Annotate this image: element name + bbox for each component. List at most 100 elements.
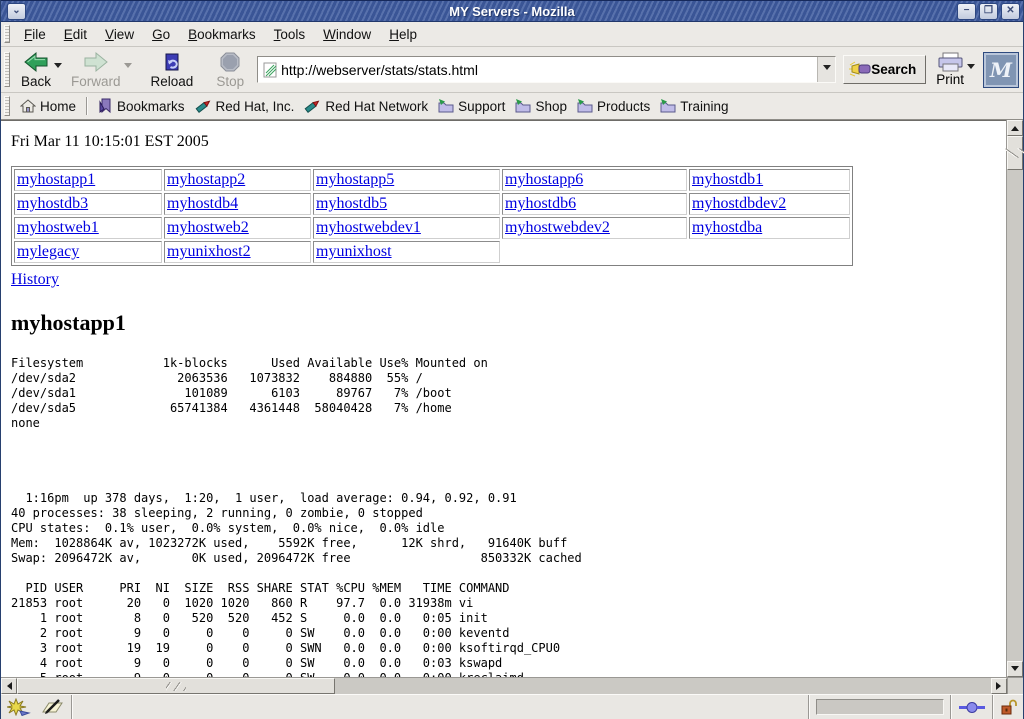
navigation-toolbar: Back Forward Reload Stop bbox=[1, 47, 1023, 93]
server-link-myhostdb5[interactable]: myhostdb5 bbox=[316, 195, 387, 212]
thumb-grip bbox=[1005, 149, 1024, 158]
navigator-component-icon[interactable] bbox=[7, 698, 31, 716]
flashlight-icon bbox=[849, 61, 871, 78]
scroll-down-button[interactable] bbox=[1007, 661, 1023, 677]
minimize-button[interactable]: − bbox=[957, 3, 976, 20]
scrollbar-corner bbox=[1007, 678, 1023, 694]
bookmark-support[interactable]: Support bbox=[433, 97, 510, 116]
stop-button[interactable]: Stop bbox=[210, 50, 247, 90]
reload-button[interactable]: Reload bbox=[145, 50, 197, 90]
print-dropdown-icon[interactable] bbox=[967, 64, 975, 73]
vertical-scrollbar[interactable] bbox=[1006, 120, 1023, 677]
scroll-right-button[interactable] bbox=[991, 678, 1007, 694]
server-link-myunixhost[interactable]: myunixhost bbox=[316, 243, 392, 260]
print-button[interactable]: Print bbox=[936, 52, 975, 87]
folder-icon bbox=[577, 99, 593, 113]
back-icon bbox=[23, 51, 49, 74]
status-message-area bbox=[73, 695, 808, 719]
scroll-up-button[interactable] bbox=[1007, 120, 1023, 136]
print-icon bbox=[937, 52, 964, 72]
vertical-scroll-thumb[interactable] bbox=[1007, 136, 1023, 170]
server-link-mylegacy[interactable]: mylegacy bbox=[17, 243, 79, 260]
maximize-button[interactable]: ❐ bbox=[979, 3, 998, 20]
menu-bookmarks[interactable]: Bookmarks bbox=[179, 24, 265, 45]
back-button[interactable]: Back bbox=[15, 50, 65, 90]
online-status-indicator[interactable] bbox=[952, 695, 992, 719]
vertical-scroll-track[interactable] bbox=[1007, 170, 1023, 661]
window-title: MY Servers - Mozilla bbox=[1, 4, 1023, 19]
server-link-myhostdb4[interactable]: myhostdb4 bbox=[167, 195, 238, 212]
bookmark-bookmarks-menu[interactable]: Bookmarks bbox=[93, 96, 190, 116]
title-bar: ⌄ MY Servers - Mozilla − ❐ ✕ bbox=[1, 0, 1023, 22]
history-row: History bbox=[11, 271, 1006, 289]
server-link-myhostapp2[interactable]: myhostapp2 bbox=[167, 171, 245, 188]
bookmark-home[interactable]: Home bbox=[15, 97, 81, 116]
host-section-heading: myhostapp1 bbox=[11, 310, 1006, 336]
server-link-myunixhost2[interactable]: myunixhost2 bbox=[167, 243, 251, 260]
server-link-myhostapp1[interactable]: myhostapp1 bbox=[17, 171, 95, 188]
menu-tools[interactable]: Tools bbox=[265, 24, 315, 45]
progress-meter bbox=[816, 699, 944, 715]
bookmark-products[interactable]: Products bbox=[572, 97, 655, 116]
home-icon bbox=[20, 99, 36, 113]
plug-icon bbox=[958, 700, 986, 715]
window-menu-button[interactable]: ⌄ bbox=[7, 3, 26, 20]
personal-toolbar: Home Bookmarks Red Hat, Inc. Red Hat Net… bbox=[1, 93, 1023, 120]
server-link-myhostdba[interactable]: myhostdba bbox=[692, 219, 762, 236]
server-link-myhostapp6[interactable]: myhostapp6 bbox=[505, 171, 583, 188]
folder-icon bbox=[438, 99, 454, 113]
url-dropdown-chevron-icon bbox=[823, 65, 831, 74]
search-button[interactable]: Search bbox=[843, 55, 926, 84]
server-link-myhostdb6[interactable]: myhostdb6 bbox=[505, 195, 576, 212]
menu-go[interactable]: Go bbox=[143, 24, 179, 45]
server-link-myhostwebdev2[interactable]: myhostwebdev2 bbox=[505, 219, 610, 236]
unlocked-padlock-icon bbox=[1000, 699, 1017, 715]
url-input[interactable] bbox=[277, 62, 817, 78]
right-arrow-icon bbox=[996, 682, 1005, 690]
bookmark-redhat-network[interactable]: Red Hat Network bbox=[299, 96, 433, 116]
ptbar-separator bbox=[86, 97, 88, 115]
up-arrow-icon bbox=[1011, 122, 1019, 131]
menu-bar: File Edit View Go Bookmarks Tools Window… bbox=[1, 22, 1023, 47]
url-dropdown-button[interactable] bbox=[817, 57, 835, 82]
server-link-myhostdb1[interactable]: myhostdb1 bbox=[692, 171, 763, 188]
security-indicator[interactable] bbox=[994, 695, 1023, 719]
menubar-grippy[interactable] bbox=[4, 25, 10, 44]
close-button[interactable]: ✕ bbox=[1001, 3, 1020, 20]
bookmark-shop[interactable]: Shop bbox=[510, 97, 572, 116]
server-link-myhostweb1[interactable]: myhostweb1 bbox=[17, 219, 99, 236]
menu-file[interactable]: File bbox=[15, 24, 55, 45]
menu-help[interactable]: Help bbox=[380, 24, 426, 45]
bookmark-training[interactable]: Training bbox=[655, 97, 733, 116]
horizontal-scroll-thumb[interactable] bbox=[17, 678, 335, 694]
date-line: Fri Mar 11 10:15:01 EST 2005 bbox=[11, 133, 1006, 151]
server-link-myhostdb3[interactable]: myhostdb3 bbox=[17, 195, 88, 212]
menu-view[interactable]: View bbox=[96, 24, 143, 45]
reload-icon bbox=[160, 51, 184, 74]
mozilla-logo[interactable]: M bbox=[983, 52, 1019, 88]
bookmarks-icon bbox=[98, 98, 113, 114]
horizontal-scrollbar[interactable] bbox=[1, 677, 1023, 694]
forward-button[interactable]: Forward bbox=[65, 50, 135, 90]
page-bookmark-icon[interactable] bbox=[263, 62, 277, 78]
server-link-myhostdbdev2[interactable]: myhostdbdev2 bbox=[692, 195, 786, 212]
server-link-myhostapp5[interactable]: myhostapp5 bbox=[316, 171, 394, 188]
stop-icon bbox=[218, 51, 242, 74]
server-link-myhostwebdev1[interactable]: myhostwebdev1 bbox=[316, 219, 421, 236]
scroll-left-button[interactable] bbox=[1, 678, 17, 694]
thumb-grip bbox=[166, 682, 186, 691]
composer-component-icon[interactable] bbox=[41, 698, 65, 716]
menu-window[interactable]: Window bbox=[314, 24, 380, 45]
back-dropdown-icon[interactable] bbox=[54, 63, 62, 72]
history-link[interactable]: History bbox=[11, 271, 59, 288]
horizontal-scroll-track[interactable] bbox=[335, 678, 991, 694]
bookmark-redhat-inc[interactable]: Red Hat, Inc. bbox=[190, 96, 300, 116]
server-table-row: mylegacy myunixhost2 myunixhost bbox=[14, 241, 850, 263]
navbar-grippy[interactable] bbox=[4, 52, 10, 87]
folder-icon bbox=[660, 99, 676, 113]
ptbar-grippy[interactable] bbox=[4, 96, 10, 116]
server-link-myhostweb2[interactable]: myhostweb2 bbox=[167, 219, 249, 236]
left-arrow-icon bbox=[3, 682, 12, 690]
menu-edit[interactable]: Edit bbox=[55, 24, 96, 45]
server-table-row: myhostapp1 myhostapp2 myhostapp5 myhostapp6… bbox=[14, 169, 850, 191]
